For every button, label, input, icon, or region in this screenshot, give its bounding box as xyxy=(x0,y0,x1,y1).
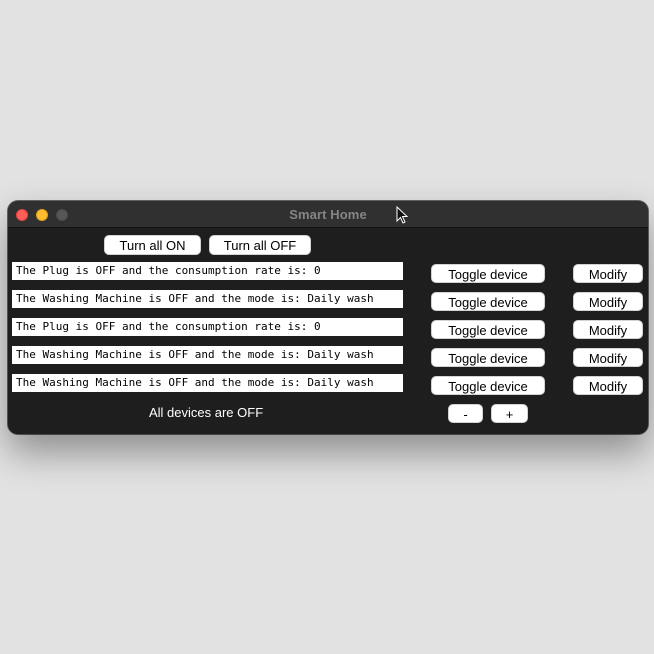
toggle-device-button[interactable]: Toggle device xyxy=(431,348,545,367)
modify-button[interactable]: Modify xyxy=(573,320,643,339)
add-device-button[interactable]: + xyxy=(491,404,528,423)
toggle-device-button[interactable]: Toggle device xyxy=(431,292,545,311)
modify-button[interactable]: Modify xyxy=(573,376,643,395)
turn-all-on-button[interactable]: Turn all ON xyxy=(104,235,201,255)
device-status-field: The Washing Machine is OFF and the mode … xyxy=(12,374,403,392)
turn-all-off-button[interactable]: Turn all OFF xyxy=(209,235,311,255)
smart-home-window: Smart Home Turn all ON Turn all OFF The … xyxy=(8,201,648,434)
window-title: Smart Home xyxy=(289,207,367,222)
device-status-field: The Plug is OFF and the consumption rate… xyxy=(12,318,403,336)
toggle-device-button[interactable]: Toggle device xyxy=(431,320,545,339)
device-status-field: The Washing Machine is OFF and the mode … xyxy=(12,290,403,308)
all-devices-status-text: All devices are OFF xyxy=(149,405,264,420)
toggle-device-button[interactable]: Toggle device xyxy=(431,264,545,283)
device-status-field: The Washing Machine is OFF and the mode … xyxy=(12,346,403,364)
window-content: Turn all ON Turn all OFF The Plug is OFF… xyxy=(8,229,648,434)
device-status-field: The Plug is OFF and the consumption rate… xyxy=(12,262,403,280)
modify-button[interactable]: Modify xyxy=(573,264,643,283)
window-titlebar[interactable]: Smart Home xyxy=(8,201,648,228)
modify-button[interactable]: Modify xyxy=(573,348,643,367)
remove-device-button[interactable]: - xyxy=(448,404,483,423)
toggle-device-button[interactable]: Toggle device xyxy=(431,376,545,395)
desktop-background: Smart Home Turn all ON Turn all OFF The … xyxy=(0,0,654,654)
modify-button[interactable]: Modify xyxy=(573,292,643,311)
mouse-cursor-icon xyxy=(396,206,408,224)
